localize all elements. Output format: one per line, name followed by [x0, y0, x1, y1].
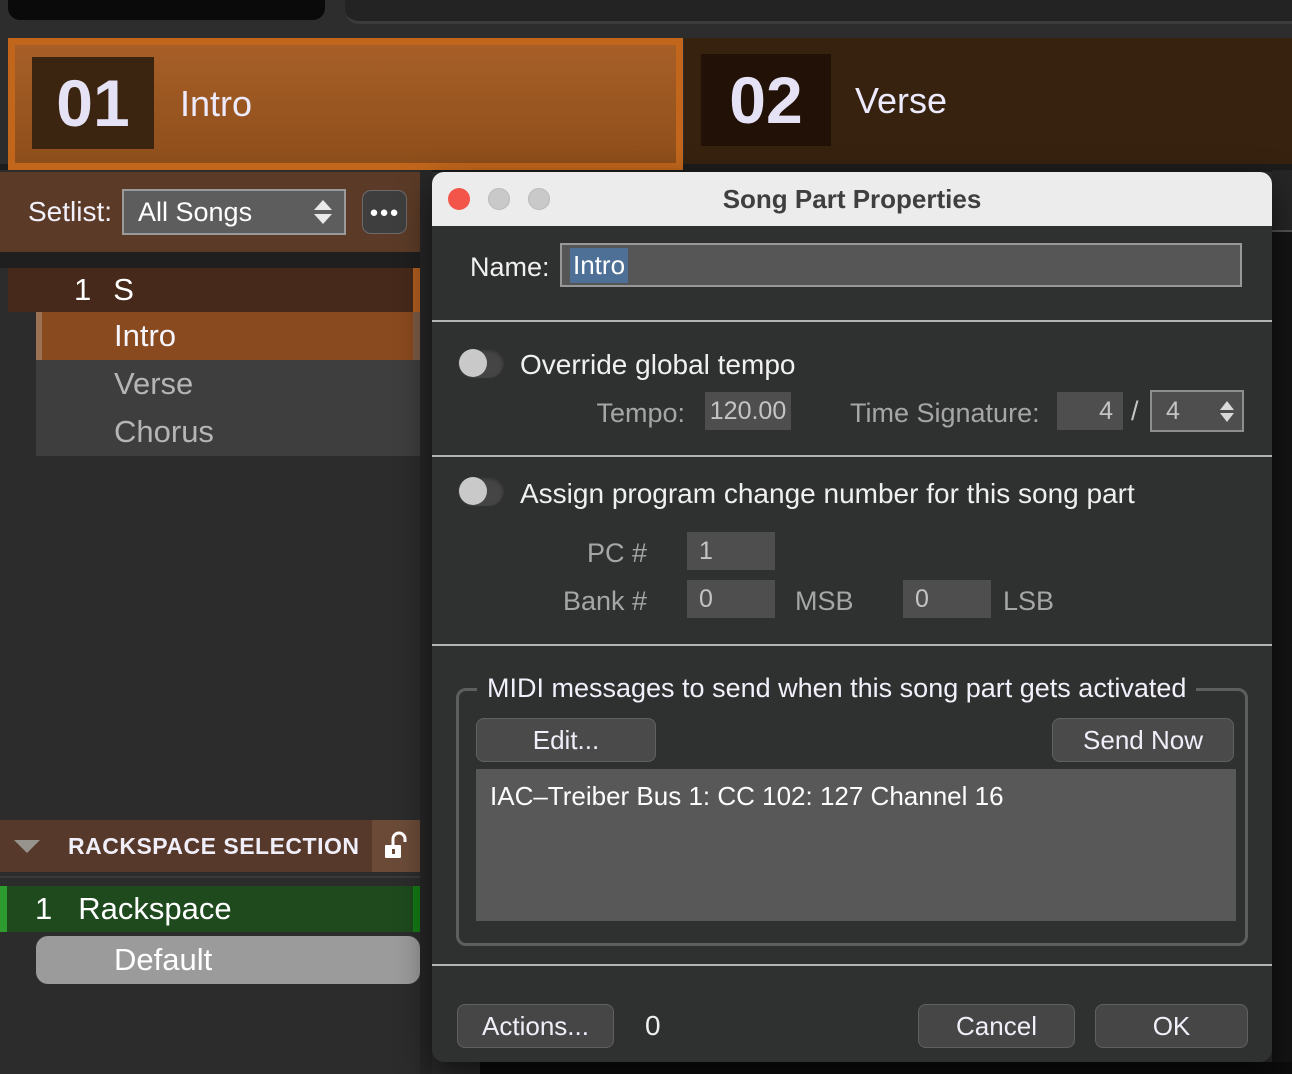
part-label: Chorus: [36, 414, 214, 450]
dialog-title: Song Part Properties: [432, 172, 1272, 226]
disclosure-triangle-icon: [14, 840, 40, 853]
variation-list-item[interactable]: Default: [36, 936, 420, 984]
tempo-label: Tempo:: [552, 398, 685, 429]
toggle-knob: [459, 349, 487, 377]
rackspace-selection-header[interactable]: RACKSPACE SELECTION: [0, 820, 420, 872]
variation-name: Default: [36, 942, 212, 978]
setlist-dropdown-value: All Songs: [124, 197, 314, 228]
rackspace-selection-title: RACKSPACE SELECTION: [68, 820, 360, 872]
song-part-number: 01: [32, 57, 154, 149]
name-label: Name:: [470, 252, 550, 283]
song-part-name: Intro: [180, 45, 252, 163]
separator: [432, 320, 1272, 322]
name-value: Intro: [570, 248, 628, 283]
dialog-titlebar[interactable]: Song Part Properties: [432, 172, 1272, 226]
top-left-panel: [8, 0, 325, 20]
time-signature-numerator-input[interactable]: 4: [1057, 392, 1123, 430]
song-number: 1: [74, 272, 91, 308]
sidebar-right-gap: [420, 170, 432, 1074]
part-label: Verse: [36, 366, 193, 402]
song-title: S: [113, 272, 134, 308]
time-signature-label: Time Signature:: [850, 398, 1040, 429]
song-selected-indicator: [413, 268, 420, 312]
time-signature-denominator-stepper[interactable]: 4: [1150, 390, 1244, 432]
ok-button[interactable]: OK: [1095, 1004, 1248, 1048]
song-part-button-01[interactable]: 01 Intro: [8, 38, 683, 170]
toggle-knob: [459, 477, 487, 505]
edit-button[interactable]: Edit...: [476, 718, 656, 762]
separator: [432, 644, 1272, 646]
stepper-up-icon: [1220, 401, 1234, 410]
midi-message-list[interactable]: IAC–Treiber Bus 1: CC 102: 127 Channel 1…: [476, 769, 1236, 921]
actions-button[interactable]: Actions...: [457, 1004, 614, 1048]
song-part-properties-dialog: Song Part Properties Name: Intro Overrid…: [432, 172, 1272, 1062]
bank-msb-input[interactable]: 0: [687, 580, 775, 618]
updown-arrows-icon: [314, 200, 332, 224]
stepper-down-icon: [1220, 413, 1234, 422]
sidebar-divider: [0, 876, 420, 878]
msb-label: MSB: [795, 586, 854, 617]
setlist-more-button[interactable]: ●●●: [362, 190, 407, 234]
midi-messages-group-title: MIDI messages to send when this song par…: [477, 673, 1196, 704]
setlist-dropdown[interactable]: All Songs: [122, 189, 346, 235]
song-part-list-item-chorus[interactable]: Chorus: [36, 408, 420, 456]
bank-lsb-input[interactable]: 0: [903, 580, 991, 618]
override-tempo-label: Override global tempo: [520, 349, 795, 381]
song-part-button-02[interactable]: 02 Verse: [684, 38, 1292, 164]
sidebar-divider: [0, 252, 420, 268]
stepper-arrows-icon[interactable]: [1220, 401, 1234, 422]
tempo-input[interactable]: 120.00: [705, 392, 791, 430]
lsb-label: LSB: [1003, 586, 1054, 617]
send-now-button[interactable]: Send Now: [1052, 718, 1234, 762]
time-signature-slash: /: [1131, 396, 1139, 427]
assign-pc-label: Assign program change number for this so…: [520, 478, 1135, 510]
song-part-list-item-verse[interactable]: Verse: [36, 360, 420, 408]
override-tempo-toggle[interactable]: [458, 348, 504, 378]
app-screen: 01 Intro 02 Verse Setlist: All Songs ●●●…: [0, 0, 1292, 1074]
rackspace-name: Rackspace: [78, 891, 231, 927]
song-list-item[interactable]: 1 S: [8, 268, 413, 312]
midi-message-item[interactable]: IAC–Treiber Bus 1: CC 102: 127 Channel 1…: [476, 769, 1236, 824]
actions-count: 0: [645, 1010, 661, 1042]
midi-messages-group: MIDI messages to send when this song par…: [456, 688, 1248, 946]
backdrop: [1272, 232, 1292, 1074]
setlist-sidebar: Setlist: All Songs ●●● 1 S Intro Verse C…: [0, 170, 420, 1074]
song-part-list-item-intro[interactable]: Intro: [36, 312, 420, 360]
name-input[interactable]: Intro: [560, 243, 1242, 287]
lock-button[interactable]: [372, 820, 420, 872]
top-right-panel: [345, 0, 1292, 24]
rackspace-number: 1: [35, 891, 52, 927]
backdrop: [480, 1062, 1292, 1074]
pc-number-label: PC #: [552, 538, 647, 569]
cancel-button[interactable]: Cancel: [918, 1004, 1075, 1048]
time-signature-denominator-value: 4: [1152, 397, 1220, 426]
rackspace-list-item[interactable]: 1 Rackspace: [0, 886, 420, 932]
separator: [432, 455, 1272, 457]
backdrop: [1272, 170, 1292, 232]
part-label: Intro: [42, 318, 176, 354]
setlist-bar: Setlist: All Songs ●●●: [0, 172, 420, 252]
unlock-icon: [382, 830, 410, 862]
song-part-number: 02: [701, 54, 831, 146]
assign-pc-toggle[interactable]: [458, 476, 504, 506]
song-part-name: Verse: [855, 38, 947, 164]
bank-number-label: Bank #: [540, 586, 647, 617]
pc-number-input[interactable]: 1: [687, 532, 775, 570]
setlist-label: Setlist:: [28, 172, 112, 252]
separator: [432, 964, 1272, 966]
